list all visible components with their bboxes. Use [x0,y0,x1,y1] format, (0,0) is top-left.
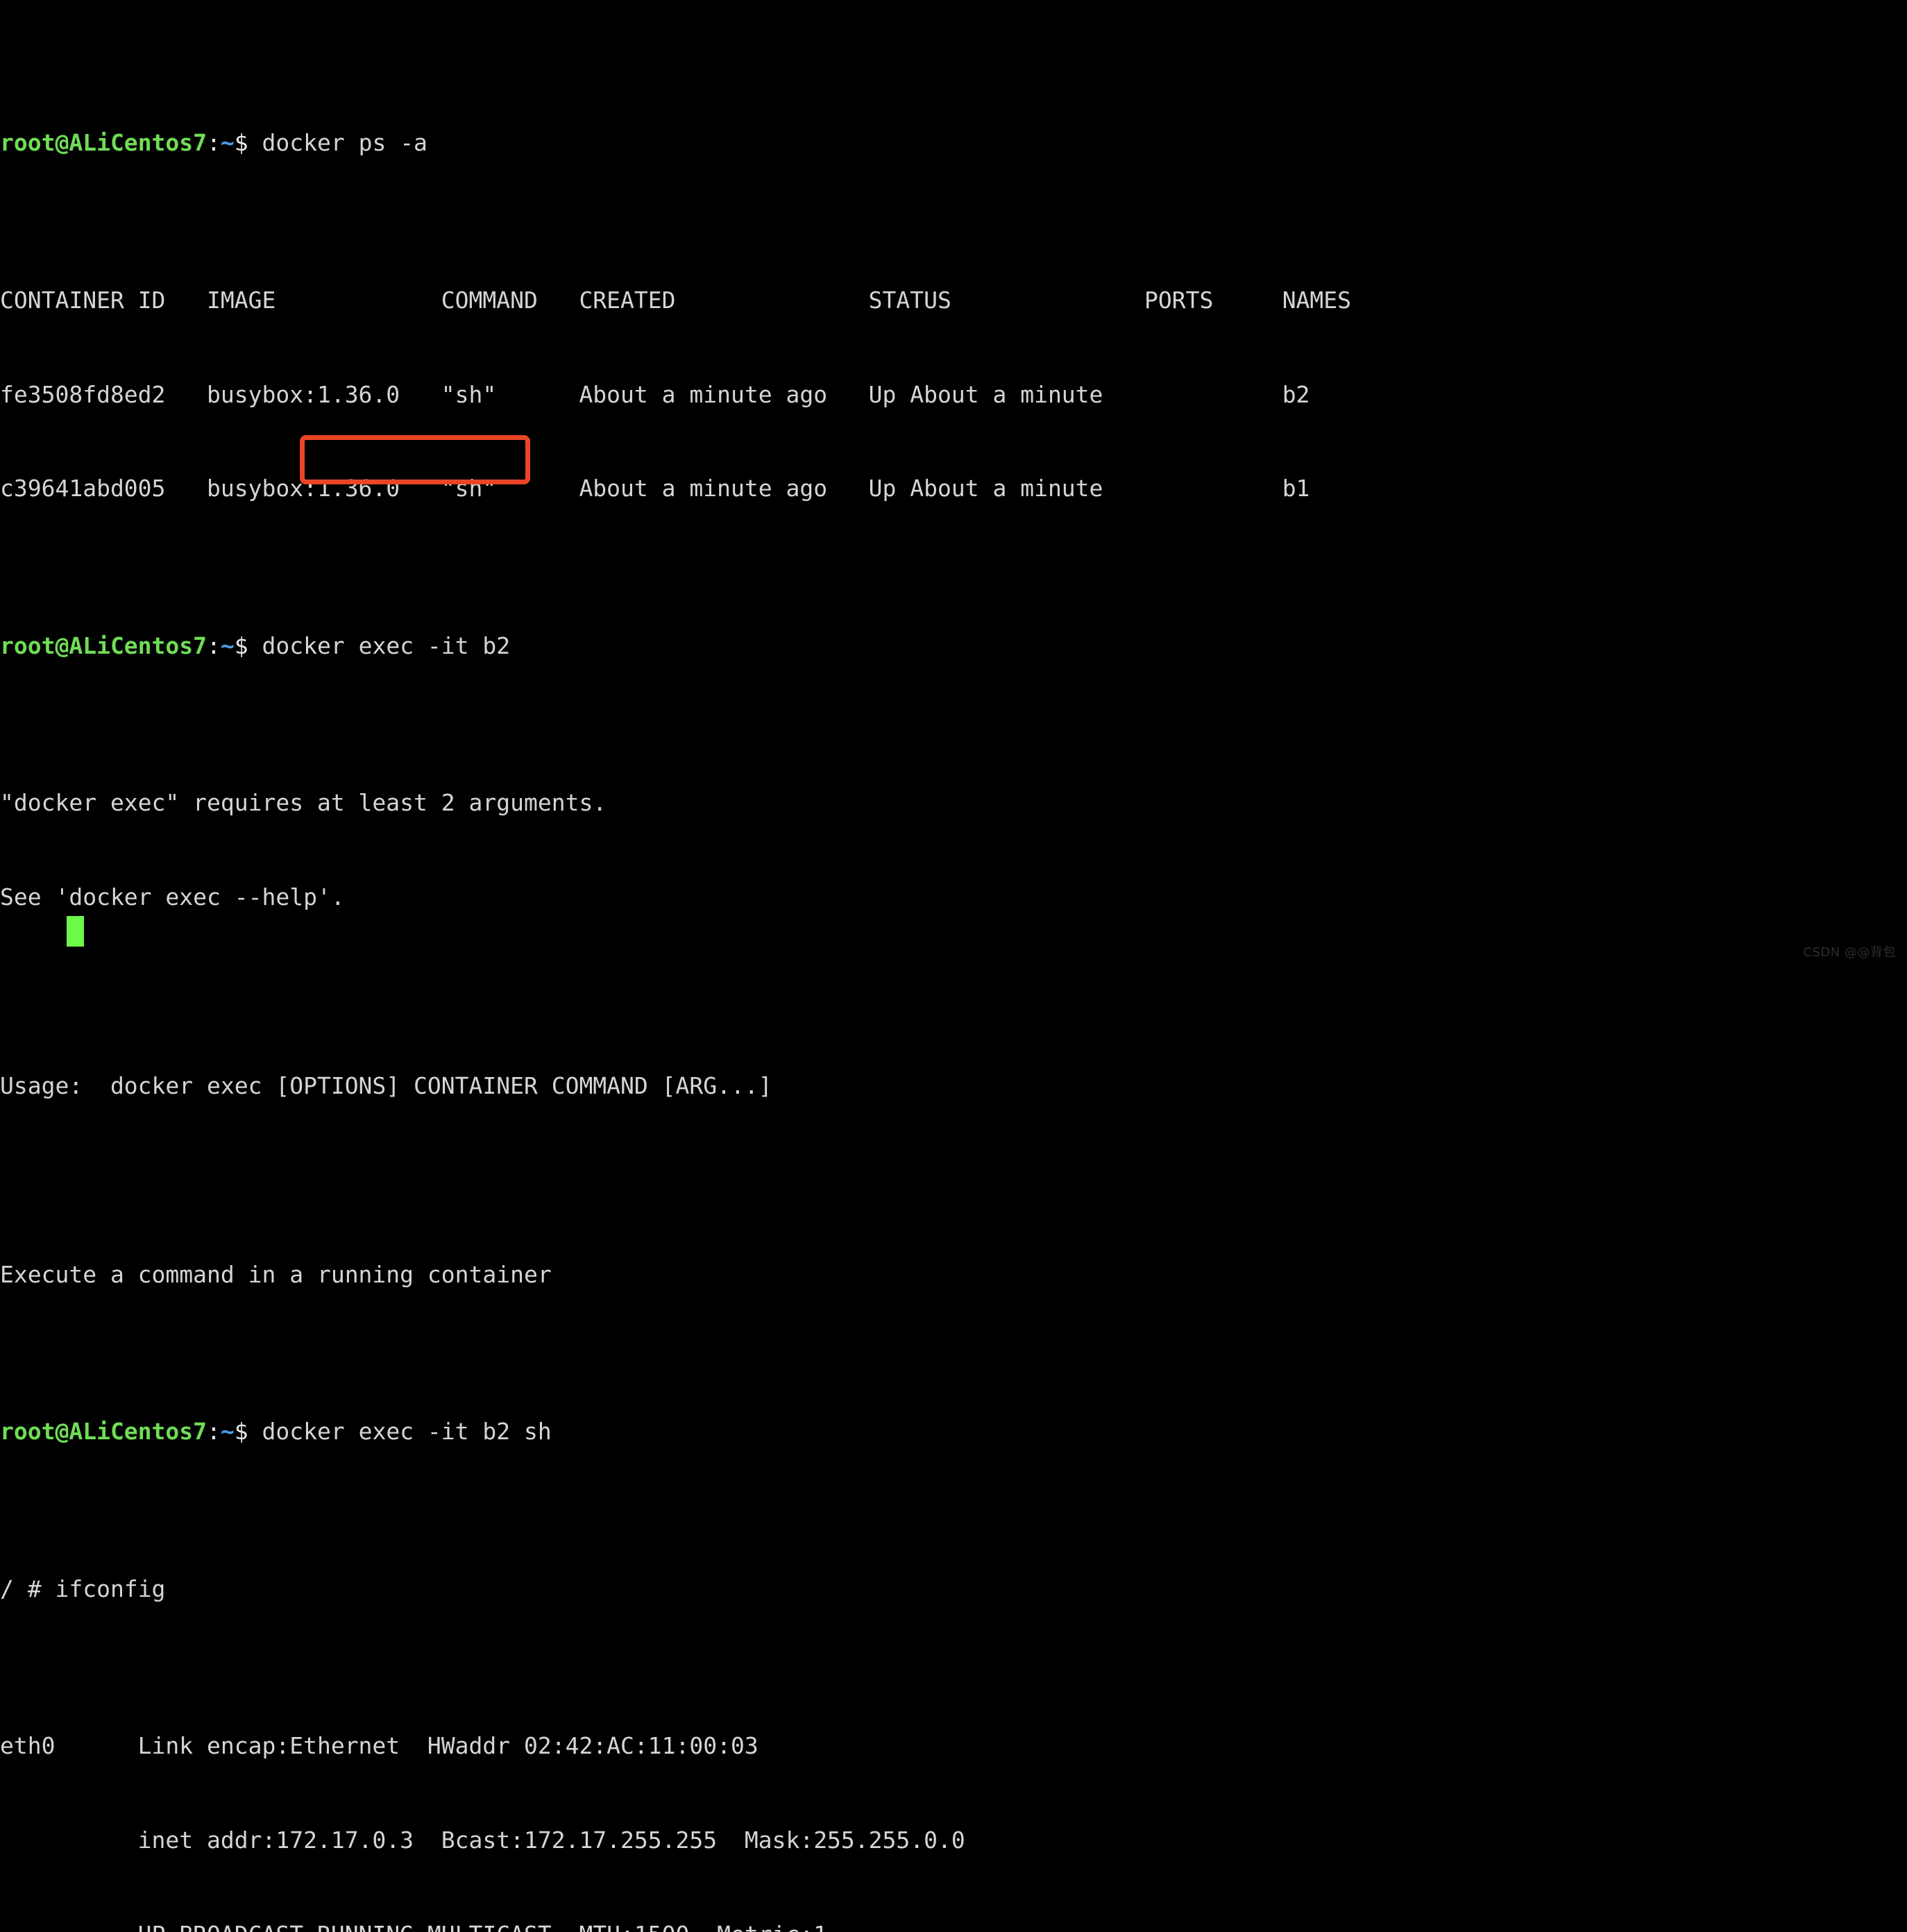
prompt-user-host: root@ALiCentos7 [0,632,207,659]
prompt-colon: : [207,129,221,157]
prompt-colon: : [207,632,221,659]
usage-description: Execute a command in a running container [0,1260,552,1288]
prompt-dollar: $ [234,632,262,659]
table-row: c39641abd005 busybox:1.36.0 "sh" About a… [0,475,1310,502]
terminal-output-area[interactable]: root@ALiCentos7:~$ docker ps -a CONTAINE… [0,0,1907,1932]
command-docker-exec-sh: docker exec -it b2 sh [262,1418,552,1446]
prompt-colon: : [207,1418,221,1446]
prompt-line-3: root@ALiCentos7:~$ docker exec -it b2 sh [0,1416,1907,1447]
prompt-line-1: root@ALiCentos7:~$ docker ps -a [0,127,1907,158]
watermark-text: CSDN @@背包 [1803,945,1896,960]
usage-line: Usage: docker exec [OPTIONS] CONTAINER C… [0,1072,772,1100]
terminal-cursor [67,916,84,947]
table-row: fe3508fd8ed2 busybox:1.36.0 "sh" About a… [0,380,1310,408]
prompt-line-2: root@ALiCentos7:~$ docker exec -it b2 [0,630,1907,661]
container-prompt: / # [0,1575,56,1602]
ifconfig-eth0-link: eth0 Link encap:Ethernet HWaddr 02:42:AC… [0,1732,758,1760]
prompt-tilde: ~ [220,129,235,157]
prompt-user-host: root@ALiCentos7 [0,129,207,157]
command-ifconfig: ifconfig [55,1575,166,1602]
command-docker-ps: docker ps -a [262,129,427,157]
container-prompt-line-1: / # ifconfig [0,1573,1907,1604]
prompt-dollar: $ [234,129,262,157]
prompt-user-host: root@ALiCentos7 [0,1418,207,1446]
error-help-hint: See 'docker exec --help'. [0,883,345,911]
error-message-line: "docker exec" requires at least 2 argume… [0,789,607,817]
ifconfig-eth0-flags: UP BROADCAST RUNNING MULTICAST MTU:1500 … [0,1919,1907,1932]
prompt-tilde: ~ [220,632,235,659]
prompt-dollar: $ [234,1418,262,1446]
ifconfig-eth0-inet: inet addr:172.17.0.3 Bcast:172.17.255.25… [0,1827,965,1854]
docker-ps-header: CONTAINER ID IMAGE COMMAND CREATED STATU… [0,286,1352,314]
prompt-tilde: ~ [220,1418,235,1446]
command-docker-exec-invalid: docker exec -it b2 [262,632,511,659]
